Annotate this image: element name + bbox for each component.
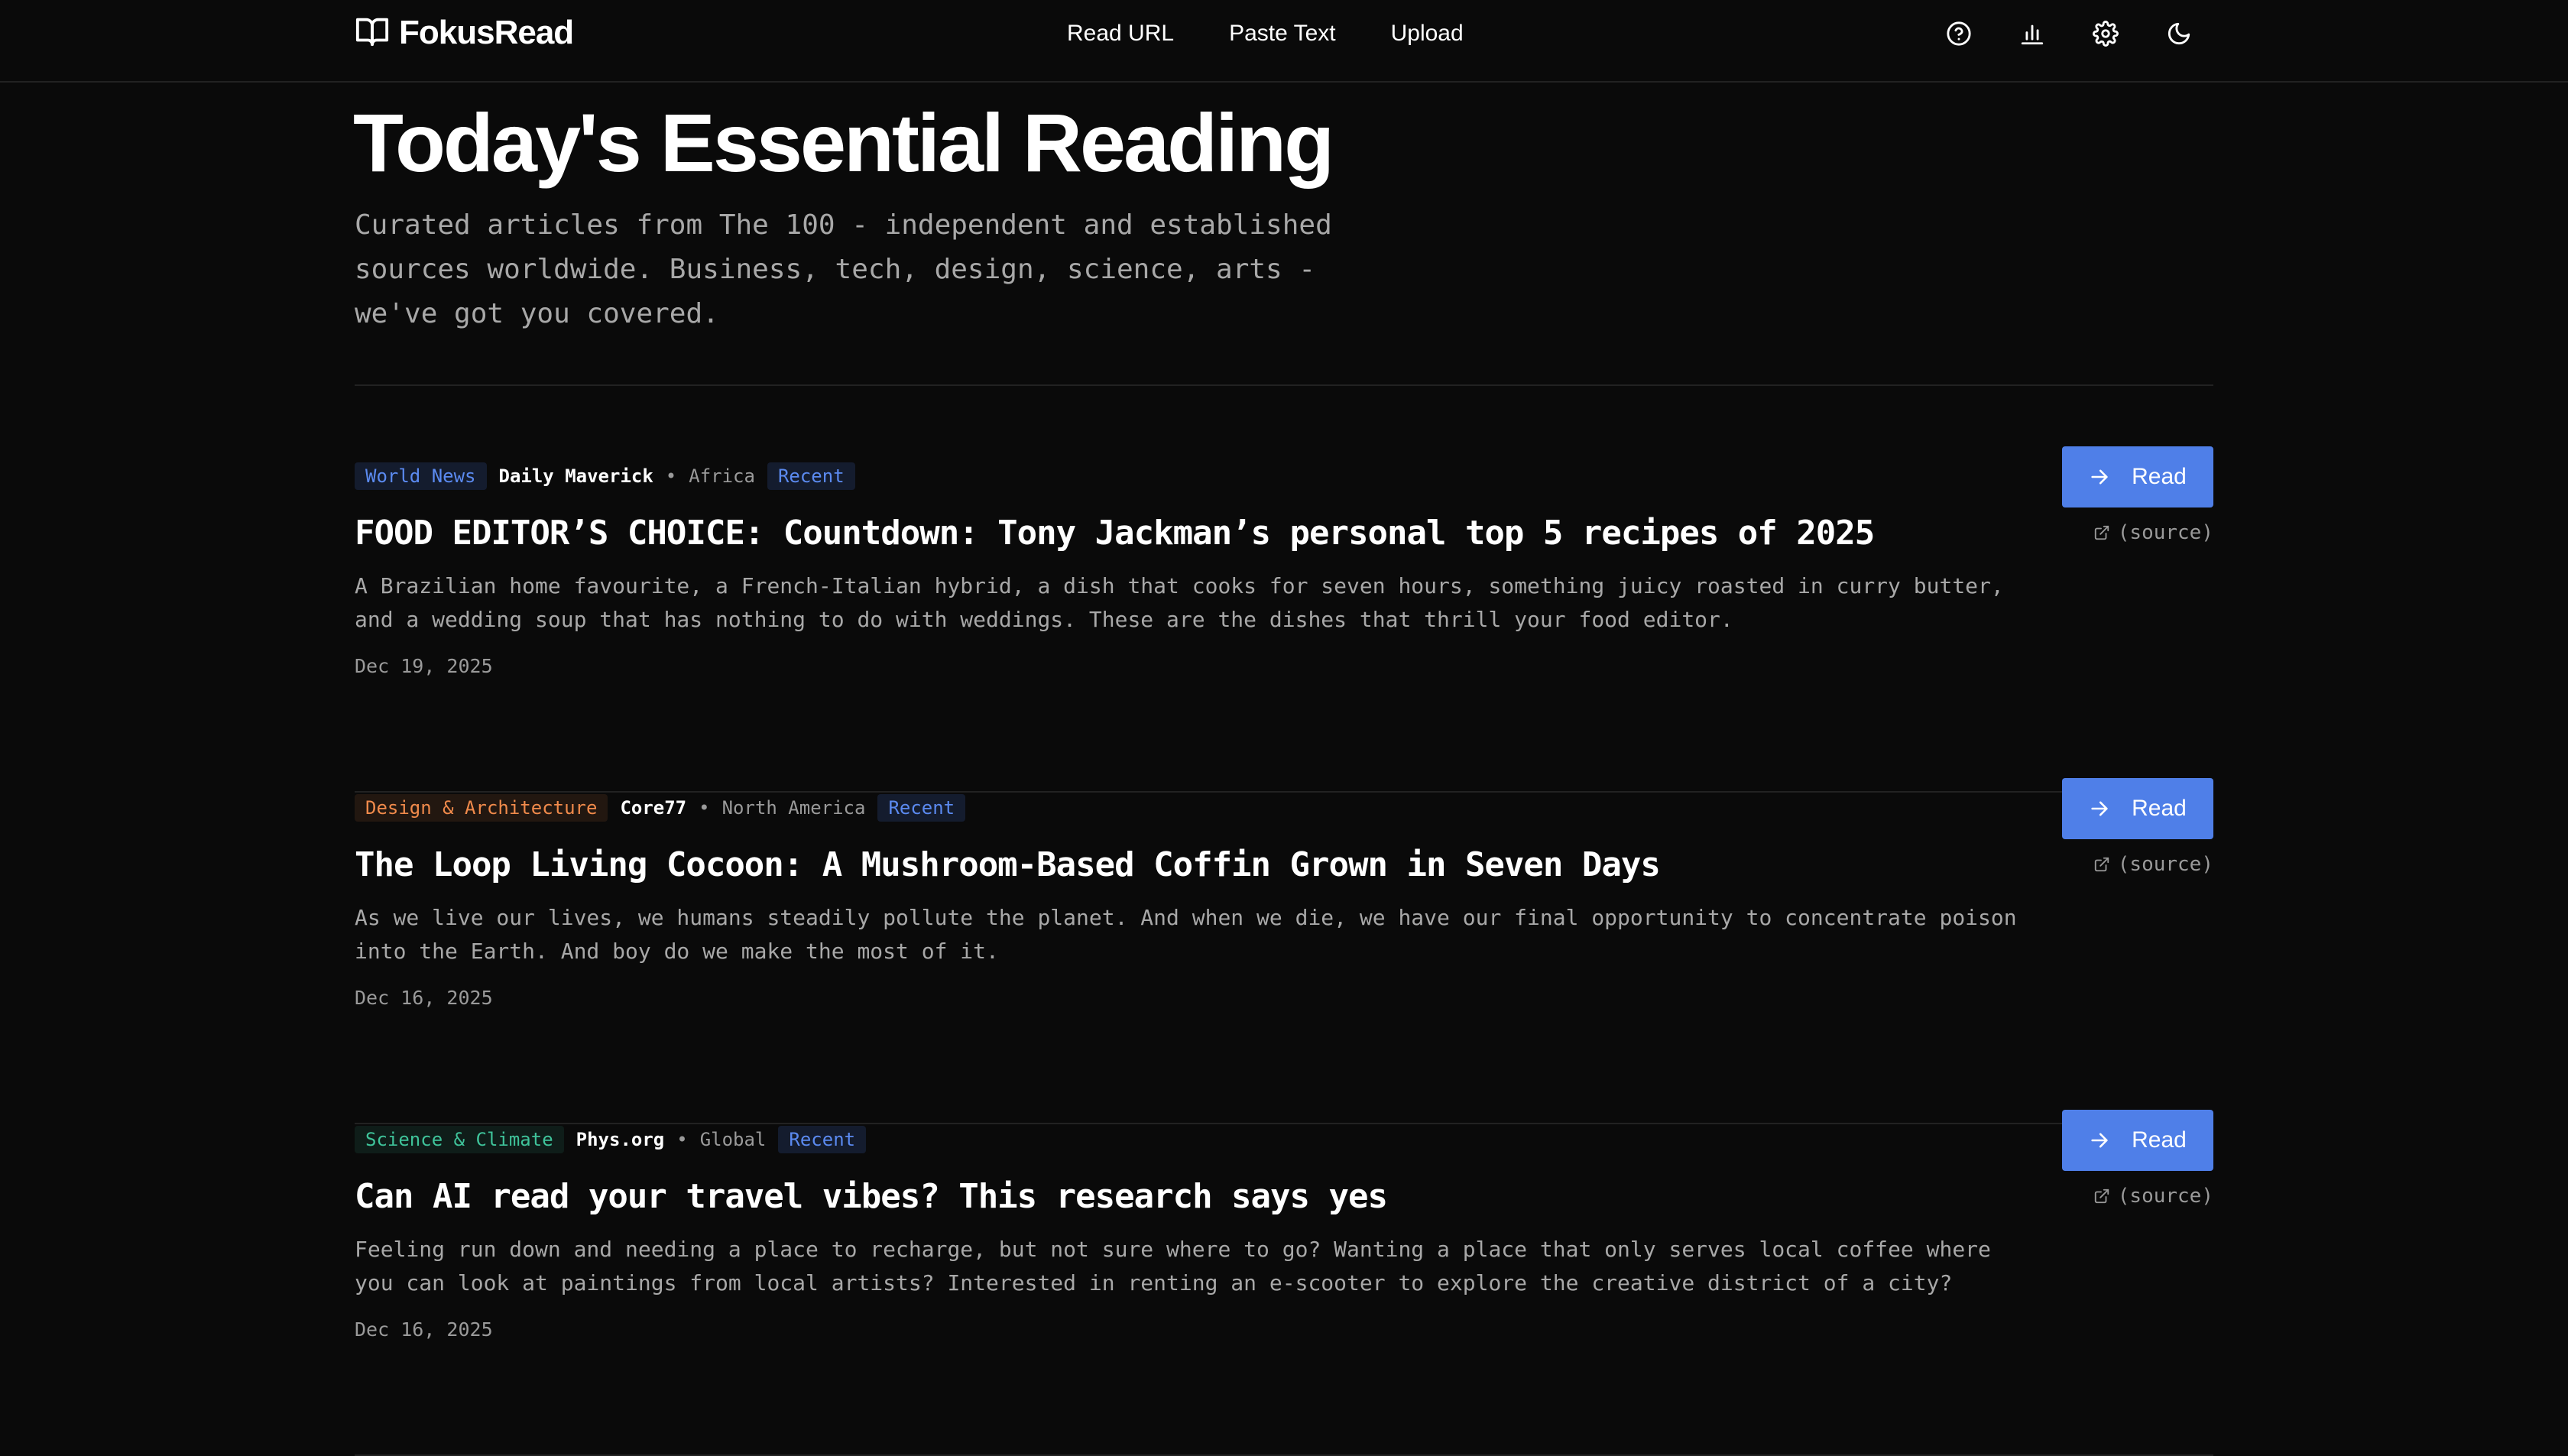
recent-badge: Recent [767, 462, 855, 490]
article-description: Feeling run down and needing a place to … [355, 1237, 1991, 1295]
read-button[interactable]: Read [2062, 446, 2213, 507]
article-title[interactable]: The Loop Living Cocoon: A Mushroom-Based… [355, 838, 2051, 892]
source-region: Global [699, 1129, 767, 1150]
settings-icon[interactable] [2088, 16, 2123, 51]
external-link-icon [2094, 1188, 2109, 1204]
meta-separator: • [676, 1129, 688, 1150]
meta-separator: • [665, 465, 677, 487]
external-link-icon [2094, 525, 2109, 540]
article-description: A Brazilian home favourite, a French-Ita… [355, 573, 2004, 632]
nav-upload[interactable]: Upload [1391, 21, 1464, 47]
nav-paste-text[interactable]: Paste Text [1229, 21, 1336, 47]
read-button-label: Read [2132, 464, 2187, 489]
article-date: Dec 19, 2025 [355, 655, 493, 677]
brand-name: FokusRead [399, 14, 574, 51]
article-card: World News Daily Maverick • Africa Recen… [355, 446, 2213, 793]
brand-logo[interactable]: FokusRead [355, 14, 574, 53]
arrow-right-icon [2091, 469, 2108, 485]
article-meta: Design & Architecture Core77 • North Ame… [355, 793, 966, 823]
hero-divider [355, 384, 2213, 386]
article-meta: Science & Climate Phys.org • Global Rece… [355, 1124, 867, 1155]
recent-badge: Recent [877, 794, 966, 822]
source-link[interactable]: (source) [2093, 519, 2213, 546]
article-date: Dec 16, 2025 [355, 1318, 493, 1341]
stats-icon[interactable] [2015, 16, 2050, 51]
article-title[interactable]: FOOD EDITOR’S CHOICE: Countdown: Tony Ja… [355, 507, 2051, 560]
read-button-label: Read [2132, 1127, 2187, 1153]
read-button-label: Read [2132, 796, 2187, 821]
help-icon[interactable] [1941, 16, 1976, 51]
arrow-right-icon [2091, 801, 2108, 816]
source-link-label: (source) [2117, 521, 2213, 544]
meta-separator: • [699, 797, 710, 819]
open-book-icon [355, 14, 390, 53]
source-name: Core77 [620, 797, 687, 819]
page-subtitle: Curated articles from The 100 - independ… [355, 209, 1332, 329]
category-tag[interactable]: World News [355, 462, 487, 490]
source-region: North America [721, 797, 866, 819]
top-header: FokusRead Read URL Paste Text Upload [0, 0, 2568, 83]
recent-badge: Recent [778, 1126, 867, 1153]
source-link-label: (source) [2117, 853, 2213, 876]
article-card: Design & Architecture Core77 • North Ame… [355, 778, 2213, 1124]
article-description: As we live our lives, we humans steadily… [355, 905, 2017, 964]
source-name: Daily Maverick [498, 465, 653, 487]
page-title: Today's Essential Reading [353, 96, 1334, 189]
read-button[interactable]: Read [2062, 778, 2213, 839]
arrow-right-icon [2091, 1133, 2108, 1148]
theme-moon-icon[interactable] [2161, 16, 2197, 51]
source-region: Africa [689, 465, 755, 487]
header-actions [1941, 15, 2197, 52]
article-title[interactable]: Can AI read your travel vibes? This rese… [355, 1170, 2051, 1224]
category-tag[interactable]: Science & Climate [355, 1126, 564, 1153]
read-button[interactable]: Read [2062, 1110, 2213, 1171]
nav-read-url[interactable]: Read URL [1067, 21, 1174, 47]
source-link[interactable]: (source) [2093, 851, 2213, 878]
article-date: Dec 16, 2025 [355, 987, 493, 1009]
source-link-label: (source) [2117, 1185, 2213, 1208]
main-nav: Read URL Paste Text Upload [1067, 17, 1464, 50]
source-name: Phys.org [576, 1129, 665, 1150]
source-link[interactable]: (source) [2093, 1182, 2213, 1210]
category-tag[interactable]: Design & Architecture [355, 794, 608, 822]
external-link-icon [2094, 857, 2109, 872]
article-meta: World News Daily Maverick • Africa Recen… [355, 461, 855, 491]
